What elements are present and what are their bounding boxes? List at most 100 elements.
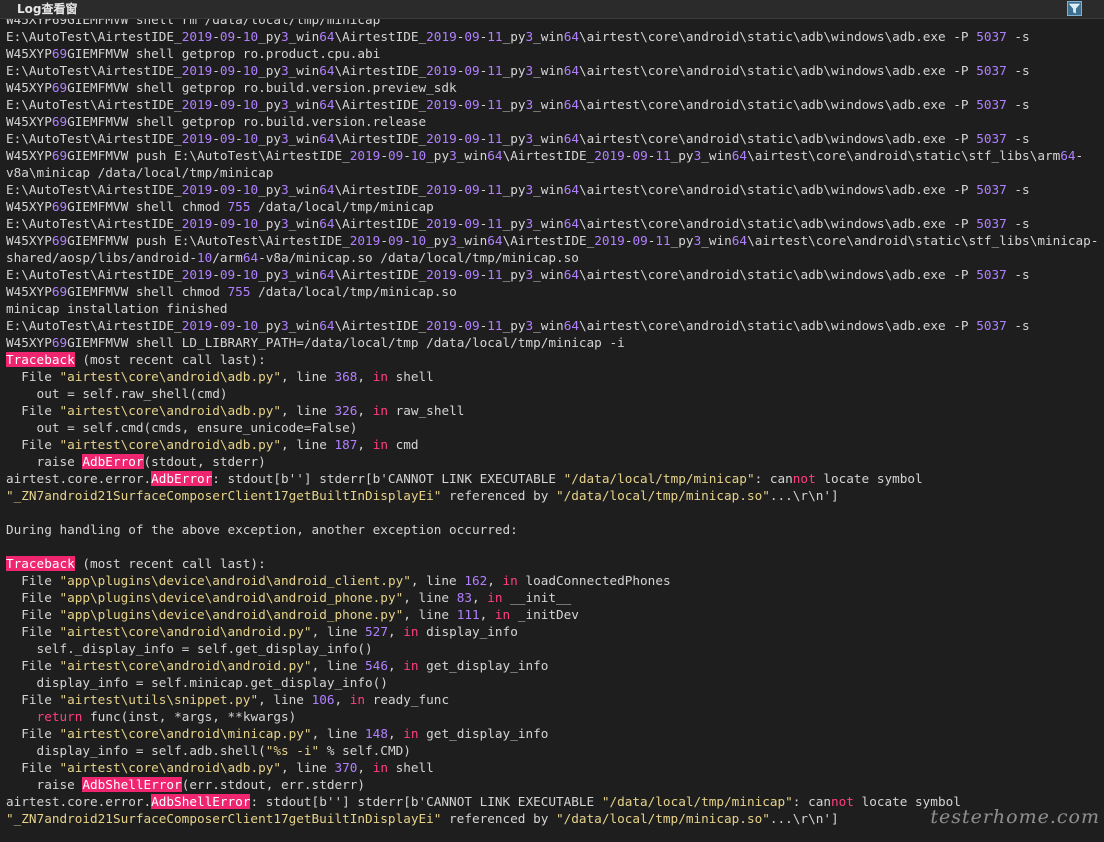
log-text: - bbox=[212, 182, 220, 197]
log-line: raise AdbError(stdout, stderr) bbox=[6, 453, 1100, 470]
log-text: (most recent call last): bbox=[74, 556, 266, 571]
keyword-token: return bbox=[36, 709, 83, 724]
number-token: 10 bbox=[242, 216, 259, 231]
log-text: _win bbox=[456, 148, 488, 163]
string-token: "airtest\core\android\minicap.py" bbox=[59, 726, 312, 741]
log-text: W45XYP bbox=[6, 284, 52, 299]
log-text: GIEMFMVW shell chmod bbox=[67, 199, 228, 214]
log-text: minicap installation finished bbox=[6, 301, 228, 316]
string-token: "/data/local/tmp/minicap" bbox=[563, 471, 755, 486]
log-text: _win bbox=[288, 131, 320, 146]
log-text: -s bbox=[1006, 97, 1030, 112]
keyword-token: in bbox=[487, 590, 503, 605]
log-text: raise bbox=[6, 454, 83, 469]
log-line: File "app\plugins\device\android\android… bbox=[6, 589, 1100, 606]
number-token: 2019 bbox=[349, 233, 381, 248]
number-token: 09 bbox=[464, 318, 480, 333]
number-token: 2019 bbox=[426, 216, 457, 231]
log-text: , bbox=[387, 658, 404, 673]
number-token: 111 bbox=[456, 607, 480, 622]
log-text: , line bbox=[410, 573, 465, 588]
log-line: out = self.raw_shell(cmd) bbox=[6, 385, 1100, 402]
string-token: "app\plugins\device\android\android_phon… bbox=[59, 607, 404, 622]
log-text: func(inst, *args, **kwargs) bbox=[82, 709, 297, 724]
number-token: 09 bbox=[464, 182, 480, 197]
number-token: 2019 bbox=[181, 318, 213, 333]
number-token: 106 bbox=[311, 692, 335, 707]
log-line: W45XYP69GIEMFMVW shell chmod 755 /data/l… bbox=[6, 283, 1100, 300]
log-text: , bbox=[387, 624, 404, 639]
log-text: - bbox=[1075, 148, 1084, 163]
number-token: 2019 bbox=[594, 148, 625, 163]
number-token: 11 bbox=[487, 97, 503, 112]
log-line: E:\AutoTest\AirtestIDE_2019-09-10_py3_wi… bbox=[6, 130, 1100, 147]
log-text: , bbox=[387, 726, 404, 741]
log-line: W45XYP69GIEMFMVW shell LD_LIBRARY_PATH=/… bbox=[6, 334, 1100, 351]
log-text: /arm bbox=[212, 250, 243, 265]
keyword-token: in bbox=[349, 692, 366, 707]
log-output[interactable]: W45XYP69GIEMFMVW shell rm /data/local/tm… bbox=[6, 19, 1100, 842]
string-token: "airtest\core\android\adb.py" bbox=[59, 437, 282, 452]
number-token: 2019 bbox=[349, 148, 381, 163]
log-text: -s bbox=[1006, 318, 1030, 333]
log-text: _py bbox=[258, 318, 282, 333]
log-text: E:\AutoTest\AirtestIDE_ bbox=[6, 267, 182, 282]
log-line: W45XYP69GIEMFMVW push E:\AutoTest\Airtes… bbox=[6, 232, 1100, 249]
number-token: 2019 bbox=[426, 182, 457, 197]
number-token: 09 bbox=[219, 63, 236, 78]
log-text: , bbox=[479, 607, 495, 622]
log-text: \AirtestIDE_ bbox=[334, 267, 427, 282]
log-text: , line bbox=[311, 658, 366, 673]
string-token: "airtest\core\android\adb.py" bbox=[59, 403, 282, 418]
log-text: - bbox=[212, 63, 220, 78]
number-token: 64 bbox=[319, 97, 335, 112]
window-title: Log查看窗 bbox=[17, 2, 78, 16]
log-text: GIEMFMVW push E:\AutoTest\AirtestIDE_ bbox=[67, 233, 350, 248]
log-text: _py bbox=[258, 216, 282, 231]
string-token: "_ZN7android21SurfaceComposerClient17get… bbox=[6, 488, 442, 503]
log-text: E:\AutoTest\AirtestIDE_ bbox=[6, 182, 182, 197]
number-token: 64 bbox=[319, 63, 335, 78]
number-token: 09 bbox=[219, 318, 236, 333]
log-line: E:\AutoTest\AirtestIDE_2019-09-10_py3_wi… bbox=[6, 215, 1100, 232]
log-text: ready_func bbox=[365, 692, 450, 707]
log-text: % self.CMD) bbox=[319, 743, 411, 758]
log-text: display_info bbox=[418, 624, 518, 639]
number-token: 64 bbox=[563, 318, 579, 333]
number-token: 10 bbox=[242, 63, 259, 78]
number-token: 64 bbox=[1060, 148, 1076, 163]
log-line: E:\AutoTest\AirtestIDE_2019-09-10_py3_wi… bbox=[6, 28, 1100, 45]
keyword-token: not bbox=[831, 794, 854, 809]
log-text: File bbox=[6, 692, 60, 707]
log-text: E:\AutoTest\AirtestIDE_ bbox=[6, 318, 182, 333]
log-text: \AirtestIDE_ bbox=[502, 148, 595, 163]
log-text: \airtest\core\android\static\adb\windows… bbox=[578, 216, 977, 231]
log-text: _win bbox=[288, 182, 320, 197]
number-token: 2019 bbox=[426, 63, 457, 78]
log-text: _initDev bbox=[510, 607, 579, 622]
keyword-token: in bbox=[372, 437, 388, 452]
number-token: 326 bbox=[334, 403, 358, 418]
number-token: 09 bbox=[219, 216, 236, 231]
filter-button[interactable] bbox=[1067, 1, 1082, 16]
log-text: File bbox=[6, 437, 60, 452]
number-token: 3 bbox=[281, 63, 289, 78]
log-text: - bbox=[380, 233, 388, 248]
log-text: \airtest\core\android\static\adb\windows… bbox=[578, 131, 977, 146]
number-token: 64 bbox=[487, 233, 503, 248]
number-token: 64 bbox=[319, 267, 335, 282]
log-text: - bbox=[235, 29, 243, 44]
number-token: 11 bbox=[655, 233, 671, 248]
log-text: W45XYP bbox=[6, 114, 52, 129]
log-text: - bbox=[235, 97, 243, 112]
log-text: -s bbox=[1006, 29, 1030, 44]
log-text: _win bbox=[288, 29, 320, 44]
log-line: W45XYP69GIEMFMVW shell chmod 755 /data/l… bbox=[6, 198, 1100, 215]
number-token: 10 bbox=[242, 131, 259, 146]
log-line: v8a\minicap /data/local/tmp/minicap bbox=[6, 164, 1100, 181]
number-token: 5037 bbox=[976, 267, 1007, 282]
log-text: - bbox=[212, 29, 220, 44]
error-highlight: AdbError bbox=[82, 454, 144, 469]
